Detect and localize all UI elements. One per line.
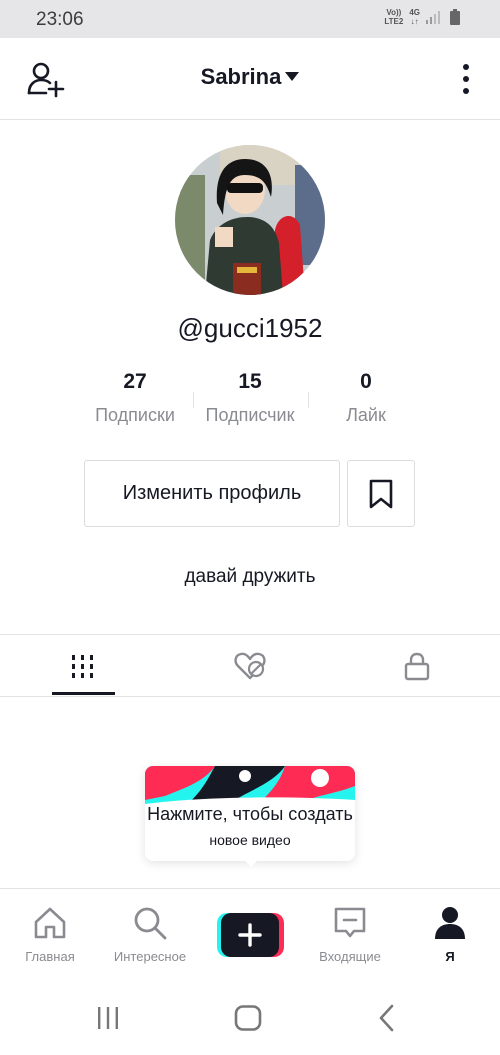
likes-count: 0 bbox=[360, 370, 372, 393]
more-options-icon[interactable] bbox=[460, 62, 472, 96]
tab-liked[interactable] bbox=[167, 635, 333, 697]
create-prompt-subtitle: новое видео bbox=[209, 832, 291, 848]
create-video-prompt[interactable]: Нажмите, чтобы создать новое видео bbox=[145, 766, 355, 867]
nav-home-label: Главная bbox=[25, 949, 75, 964]
likes-label: Лайк bbox=[346, 405, 386, 425]
back-icon[interactable] bbox=[377, 1003, 397, 1033]
network-type-indicator: 4G ↓↑ bbox=[409, 8, 420, 26]
stat-following[interactable]: 27 Подписки bbox=[80, 370, 190, 426]
status-time: 23:06 bbox=[36, 9, 84, 30]
data-arrows-icon: ↓↑ bbox=[410, 17, 419, 26]
prompt-tail bbox=[242, 858, 260, 867]
battery-icon bbox=[450, 9, 460, 25]
volte-indicator: Vo)) LTE2 bbox=[384, 8, 403, 26]
signal-icon bbox=[426, 11, 440, 24]
nav-inbox[interactable]: Входящие bbox=[300, 905, 400, 964]
status-icons: Vo)) LTE2 4G ↓↑ bbox=[384, 8, 460, 26]
tab-private[interactable] bbox=[334, 635, 500, 697]
profile-bio: давай дружить bbox=[184, 566, 316, 587]
grid-icon bbox=[72, 655, 93, 678]
nav-inbox-label: Входящие bbox=[319, 949, 381, 964]
bookmark-icon bbox=[369, 479, 393, 508]
nav-me-label: Я bbox=[445, 949, 455, 964]
nav-discover-label: Интересное bbox=[113, 949, 187, 964]
lte-label: LTE2 bbox=[384, 17, 404, 26]
home-icon bbox=[34, 907, 66, 939]
search-icon bbox=[134, 907, 167, 940]
system-navigation-bar bbox=[0, 972, 500, 1055]
volte-label: Vo)) bbox=[386, 8, 402, 17]
chevron-down-icon bbox=[285, 72, 300, 81]
status-bar: 23:06 Vo)) LTE2 4G ↓↑ bbox=[0, 0, 500, 38]
home-button-icon[interactable] bbox=[234, 1005, 262, 1031]
following-label: Подписки bbox=[95, 405, 175, 425]
bottom-navigation: Главная Интересное Входящие Я bbox=[0, 888, 500, 972]
tab-videos[interactable] bbox=[0, 635, 166, 697]
edit-profile-button[interactable]: Изменить профиль bbox=[84, 460, 340, 527]
profile-icon bbox=[435, 907, 465, 939]
network-type-label: 4G bbox=[409, 8, 420, 17]
favorites-button[interactable] bbox=[347, 460, 415, 527]
stat-divider bbox=[193, 392, 194, 408]
avatar[interactable] bbox=[175, 145, 325, 295]
stat-likes[interactable]: 0 Лайк bbox=[311, 370, 421, 426]
lock-icon bbox=[404, 652, 430, 681]
prompt-banner-art bbox=[145, 766, 355, 806]
header-username: Sabrina bbox=[200, 64, 282, 89]
followers-label: Подписчик bbox=[205, 405, 295, 425]
profile-header: Sabrina bbox=[0, 38, 500, 120]
nav-home[interactable]: Главная bbox=[0, 905, 100, 964]
stat-followers[interactable]: 15 Подписчик bbox=[195, 370, 305, 426]
followers-count: 15 bbox=[238, 370, 262, 393]
content-tabs bbox=[0, 634, 500, 697]
recent-apps-icon[interactable] bbox=[95, 1005, 121, 1031]
profile-handle: @gucci1952 bbox=[177, 313, 323, 343]
create-prompt-title: Нажмите, чтобы создать bbox=[147, 804, 353, 824]
avatar-illustration bbox=[175, 145, 325, 295]
liked-hidden-icon bbox=[234, 652, 266, 680]
inbox-icon bbox=[334, 907, 366, 938]
nav-discover[interactable]: Интересное bbox=[100, 905, 200, 964]
following-count: 27 bbox=[123, 370, 147, 393]
active-tab-indicator bbox=[52, 692, 115, 695]
stat-divider bbox=[308, 392, 309, 408]
nav-me[interactable]: Я bbox=[400, 905, 500, 964]
create-button[interactable] bbox=[217, 913, 284, 957]
account-switcher[interactable]: Sabrina bbox=[0, 64, 500, 90]
